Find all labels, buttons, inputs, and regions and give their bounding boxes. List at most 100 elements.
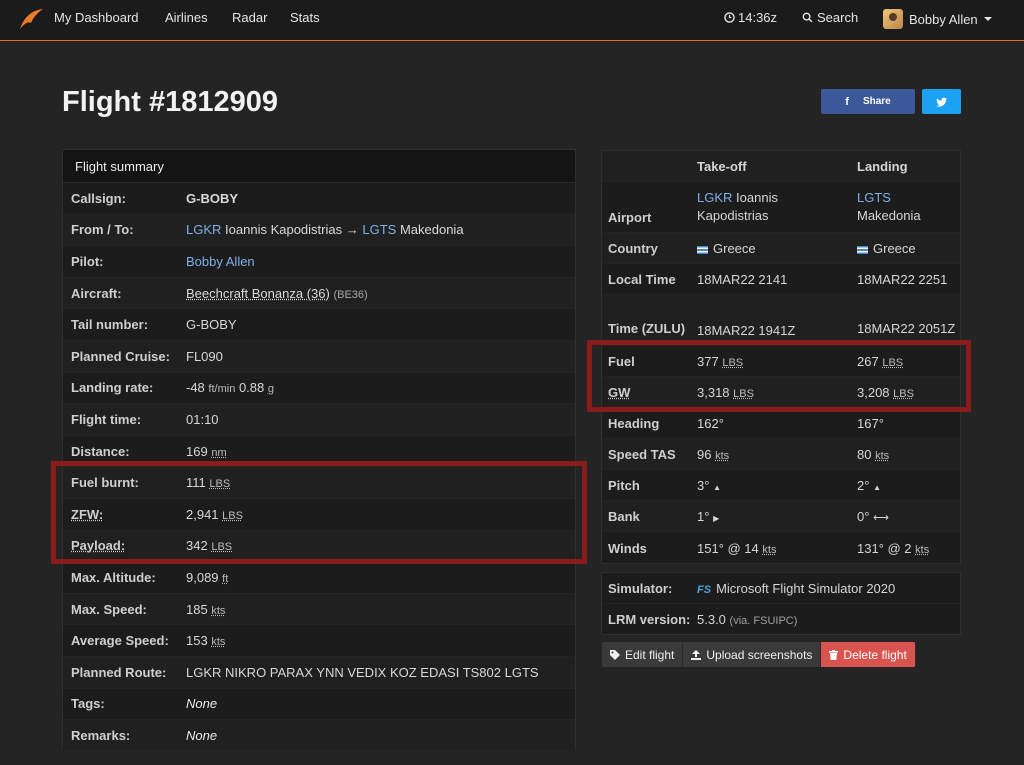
max-altitude-value: 9,089 xyxy=(186,569,219,585)
caret-up-icon: ▲ xyxy=(873,483,881,492)
avg-speed-value: 153 xyxy=(186,633,208,649)
row-airport: Airport LGKR Ioannis Kapodistrias LGTS Ma… xyxy=(602,182,960,233)
delete-flight-button[interactable]: Delete flight xyxy=(821,642,916,667)
flight-summary-panel: Flight summary Callsign: G-BOBY From / To… xyxy=(62,149,576,752)
navbar: My Dashboard Airlines Radar Stats 14:36z… xyxy=(0,0,1024,41)
bank-label: Bank xyxy=(608,509,640,524)
landing-g-unit: g xyxy=(267,383,275,396)
from-airport-name: Ioannis Kapodistrias xyxy=(225,222,343,238)
utc-clock: 14:36z xyxy=(724,10,777,25)
avg-speed-label: Average Speed: xyxy=(71,633,169,649)
remarks-label: Remarks: xyxy=(71,727,131,743)
landing-country: Greece xyxy=(873,241,916,256)
winds-label: Winds xyxy=(608,541,647,556)
max-altitude-label: Max. Altitude: xyxy=(71,569,156,585)
search-link[interactable]: Search xyxy=(802,10,858,25)
tags-label: Tags: xyxy=(71,696,105,712)
msfs-icon: FS xyxy=(697,583,712,596)
caret-up-icon: ▲ xyxy=(713,483,721,492)
greece-flag-icon xyxy=(697,245,708,254)
lrm-label: LRM version: xyxy=(608,612,691,627)
landing-rate-unit: ft/min xyxy=(208,383,236,396)
takeoff-winds-unit: kts xyxy=(762,544,777,556)
callsign-label: Callsign: xyxy=(71,190,126,206)
row-bank: Bank 1° ▶ 0° ⟷ xyxy=(602,501,960,532)
cruise-value: FL090 xyxy=(186,348,223,364)
row-max-altitude: Max. Altitude: 9,089 ft xyxy=(63,562,575,594)
from-airport-link[interactable]: LGKR xyxy=(186,222,221,237)
row-country: Country Greece Greece xyxy=(602,233,960,264)
landing-airport-link[interactable]: LGTS xyxy=(857,190,891,205)
row-max-speed: Max. Speed: 185 kts xyxy=(63,593,575,626)
landing-airport-name: Makedonia xyxy=(857,208,921,223)
landing-tas: 80 xyxy=(857,447,872,462)
distance-unit: nm xyxy=(211,446,227,459)
landing-tas-unit: kts xyxy=(875,450,890,462)
facebook-share-button[interactable]: f Share xyxy=(821,89,915,114)
nav-radar[interactable]: Radar xyxy=(232,10,267,25)
edit-flight-button[interactable]: Edit flight xyxy=(602,642,684,667)
cruise-label: Planned Cruise: xyxy=(71,348,170,364)
nav-airlines[interactable]: Airlines xyxy=(165,10,208,25)
flight-actions: Edit flight Upload screenshots Delete fl… xyxy=(602,642,916,667)
upload-screenshots-button[interactable]: Upload screenshots xyxy=(683,642,822,667)
to-airport-name: Makedonia xyxy=(399,222,464,238)
row-callsign: Callsign: G-BOBY xyxy=(63,183,575,215)
row-landing-rate: Landing rate: -48 ft/min 0.88 g xyxy=(63,373,575,405)
twitter-share-button[interactable] xyxy=(922,89,961,114)
distance-label: Distance: xyxy=(71,443,130,459)
avatar xyxy=(883,9,903,29)
to-airport-link[interactable]: LGTS xyxy=(362,222,396,237)
row-flight-time: Flight time: 01:10 xyxy=(63,404,575,436)
pilot-label: Pilot: xyxy=(71,253,104,269)
row-local-time: Local Time 18MAR22 2141 18MAR22 2251 xyxy=(602,264,960,295)
page-title: Flight #1812909 xyxy=(62,86,278,118)
country-label: Country xyxy=(608,241,658,256)
row-lrm-version: LRM version: 5.3.0 (via. FSUIPC) xyxy=(602,604,960,635)
landing-local-time: 18MAR22 2251 xyxy=(857,272,948,287)
nav-stats[interactable]: Stats xyxy=(290,10,320,25)
upload-screenshots-label: Upload screenshots xyxy=(706,647,813,662)
greece-flag-icon xyxy=(857,245,868,254)
local-time-label: Local Time xyxy=(608,272,676,287)
tags-value: None xyxy=(186,696,218,712)
max-speed-unit: kts xyxy=(211,604,226,617)
clock-icon xyxy=(724,12,735,23)
route-label: From / To: xyxy=(71,222,134,238)
row-winds: Winds 151° @ 14 kts 131° @ 2 kts xyxy=(602,532,960,563)
row-pitch: Pitch 3° ▲ 2° ▲ xyxy=(602,470,960,501)
landing-winds: 131° @ 2 xyxy=(857,541,912,556)
upload-icon xyxy=(691,649,702,660)
aircraft-value[interactable]: Beechcraft Bonanza (36) xyxy=(186,286,330,301)
edit-flight-label: Edit flight xyxy=(625,647,675,662)
callsign-value: G-BOBY xyxy=(186,190,238,206)
takeoff-tas-unit: kts xyxy=(715,450,730,462)
pilot-link[interactable]: Bobby Allen xyxy=(186,254,255,269)
landing-header: Landing xyxy=(857,158,908,174)
row-cruise: Planned Cruise: FL090 xyxy=(63,340,575,373)
logo-icon[interactable] xyxy=(18,7,44,31)
user-menu[interactable]: Bobby Allen xyxy=(883,9,992,29)
distance-value: 169 xyxy=(186,443,208,459)
route-value: LGKR Ioannis Kapodistrias → LGTS Makedon… xyxy=(186,222,575,237)
chevron-down-icon xyxy=(983,17,992,21)
search-label: Search xyxy=(817,10,859,25)
takeoff-winds: 151° @ 14 xyxy=(697,541,759,556)
nav-my-dashboard[interactable]: My Dashboard xyxy=(54,10,139,25)
simulator-panel: Simulator: FS Microsoft Flight Simulator 2… xyxy=(601,572,961,635)
landing-pitch: 2° xyxy=(857,478,870,493)
row-heading: Heading 162° 167° xyxy=(602,408,960,439)
row-pilot: Pilot: Bobby Allen xyxy=(63,246,575,278)
pitch-label: Pitch xyxy=(608,478,640,493)
aircraft-code: (BE36) xyxy=(333,288,368,301)
landing-bank: 0° xyxy=(857,509,870,524)
annotation-highlight-box xyxy=(51,461,587,564)
airport-label: Airport xyxy=(608,210,652,225)
landing-winds-unit: kts xyxy=(915,544,930,556)
row-simulator: Simulator: FS Microsoft Flight Simulator 2… xyxy=(602,573,960,604)
takeoff-airport-link[interactable]: LGKR xyxy=(697,190,732,205)
takeoff-country: Greece xyxy=(713,241,756,256)
facebook-icon: f xyxy=(845,95,849,108)
landing-rate-value: -48 xyxy=(186,380,205,396)
planned-route-label: Planned Route: xyxy=(71,664,167,680)
